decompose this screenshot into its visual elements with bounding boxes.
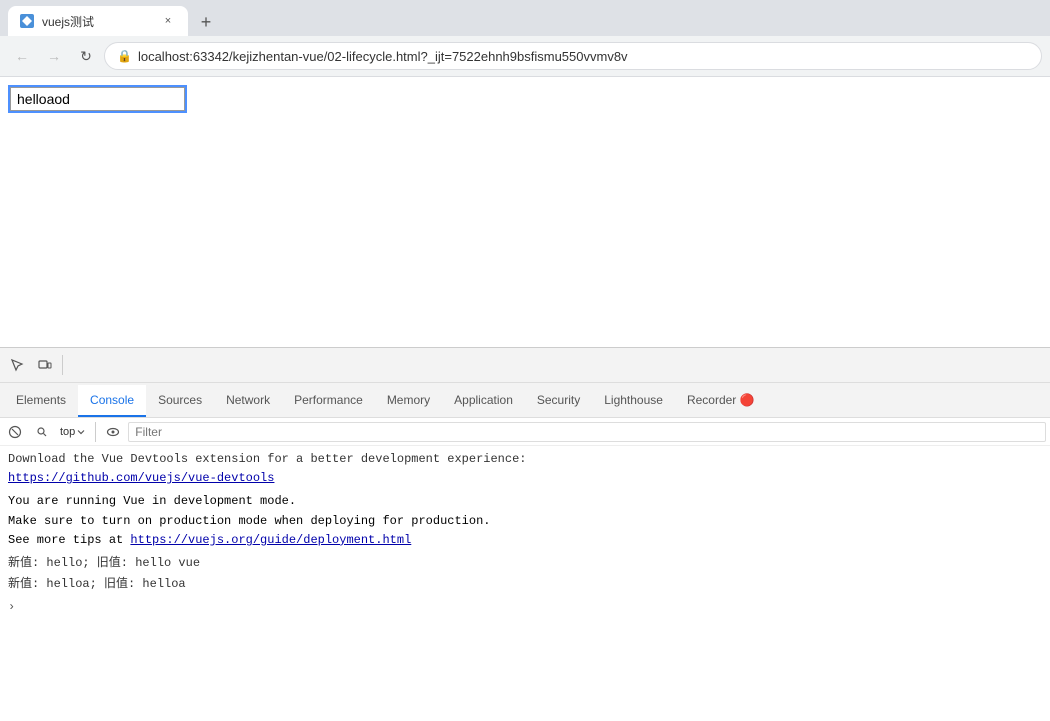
address-bar: ← → ↻ 🔒 localhost:63342/kejizhentan-vue/…	[0, 36, 1050, 76]
inspect-element-button[interactable]	[4, 352, 30, 378]
lock-icon: 🔒	[117, 49, 132, 63]
console-vudevtools-text: Download the Vue Devtools extension for …	[8, 452, 526, 466]
reload-button[interactable]: ↻	[72, 42, 100, 70]
browser-chrome: vuejs测试 × + ← → ↻ 🔒 localhost:63342/keji…	[0, 0, 1050, 77]
tab-security[interactable]: Security	[525, 385, 592, 417]
console-toolbar: top	[0, 418, 1050, 446]
eye-button[interactable]	[102, 421, 124, 443]
console-message-log2: 新值: helloa; 旧值: helloa	[8, 575, 1042, 594]
tab-favicon	[20, 14, 34, 28]
url-display: localhost:63342/kejizhentan-vue/02-lifec…	[138, 49, 1029, 64]
vue-input[interactable]	[10, 87, 185, 111]
tab-elements[interactable]: Elements	[4, 385, 78, 417]
tab-recorder[interactable]: Recorder 🔴	[675, 385, 767, 417]
tab-sources[interactable]: Sources	[146, 385, 214, 417]
filter-button[interactable]	[30, 421, 52, 443]
console-deploy-link[interactable]: https://vuejs.org/guide/deployment.html	[130, 533, 411, 547]
context-selector[interactable]: top	[56, 424, 89, 440]
devtools-top-toolbar	[0, 348, 1050, 383]
console-input[interactable]	[19, 601, 1042, 615]
console-content: Download the Vue Devtools extension for …	[0, 446, 1050, 702]
tab-performance[interactable]: Performance	[282, 385, 375, 417]
tab-application[interactable]: Application	[442, 385, 525, 417]
tab-memory[interactable]: Memory	[375, 385, 442, 417]
console-log2-text: 新值: helloa; 旧值: helloa	[8, 577, 186, 591]
console-message-devmode: You are running Vue in development mode.…	[8, 492, 1042, 550]
devtools-tabs: Elements Console Sources Network Perform…	[0, 383, 1050, 418]
console-devmode-line1: You are running Vue in development mode.	[8, 494, 296, 508]
console-message-log1: 新值: hello; 旧值: hello vue	[8, 554, 1042, 573]
forward-button[interactable]: →	[40, 42, 68, 70]
prompt-chevron-icon: ›	[8, 598, 15, 617]
tab-bar: vuejs测试 × +	[0, 0, 1050, 36]
console-prompt[interactable]: ›	[8, 598, 1042, 617]
tab-close-button[interactable]: ×	[160, 13, 176, 29]
console-devmode-line2: Make sure to turn on production mode whe…	[8, 514, 490, 528]
clear-console-button[interactable]	[4, 421, 26, 443]
tab-title: vuejs测试	[42, 13, 152, 30]
console-log1-text: 新值: hello; 旧值: hello vue	[8, 556, 200, 570]
tab-console[interactable]: Console	[78, 385, 146, 417]
console-message-vudevtools: Download the Vue Devtools extension for …	[8, 450, 1042, 488]
console-devmode-line3: See more tips at	[8, 533, 130, 547]
console-vudevtools-link[interactable]: https://github.com/vuejs/vue-devtools	[8, 471, 274, 485]
devtools-panel: Elements Console Sources Network Perform…	[0, 347, 1050, 702]
new-tab-button[interactable]: +	[192, 8, 220, 36]
active-tab[interactable]: vuejs测试 ×	[8, 6, 188, 36]
address-input-wrap[interactable]: 🔒 localhost:63342/kejizhentan-vue/02-lif…	[104, 42, 1042, 70]
toolbar-separator	[62, 355, 63, 375]
context-value: top	[60, 426, 75, 438]
favicon-icon	[22, 16, 32, 26]
tab-lighthouse[interactable]: Lighthouse	[592, 385, 675, 417]
console-separator	[95, 422, 96, 442]
page-content	[0, 77, 1050, 347]
device-toolbar-button[interactable]	[32, 352, 58, 378]
tab-network[interactable]: Network	[214, 385, 282, 417]
back-button[interactable]: ←	[8, 42, 36, 70]
console-filter-input[interactable]	[128, 422, 1046, 442]
